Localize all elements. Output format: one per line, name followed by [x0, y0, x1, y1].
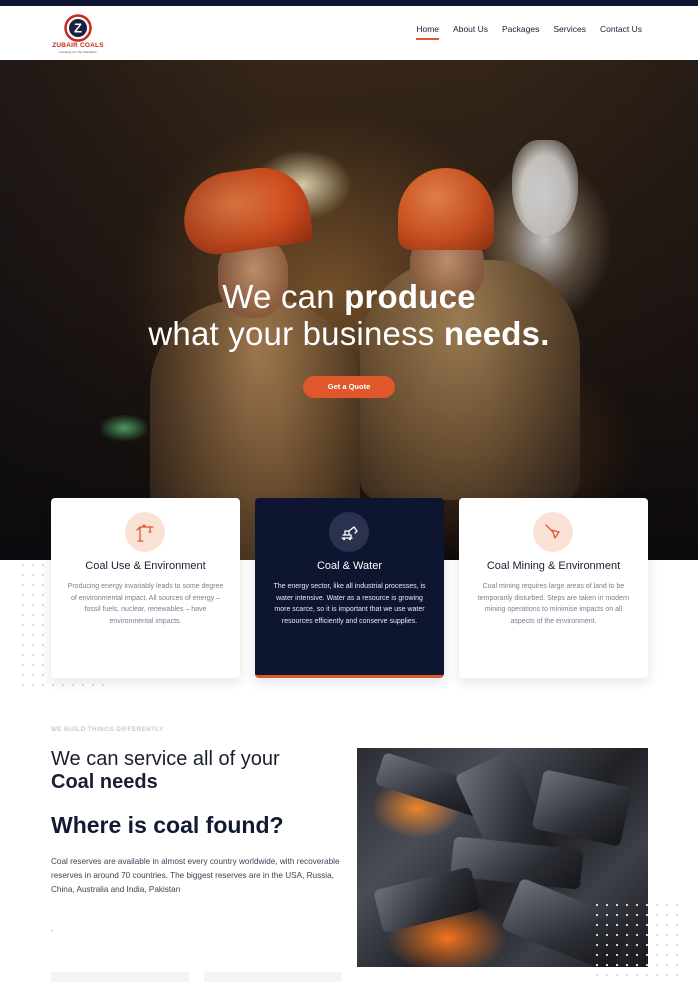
nav-home[interactable]: Home: [416, 24, 439, 40]
nav-services[interactable]: Services: [553, 24, 586, 38]
card-text: Producing energy invariably leads to som…: [67, 583, 224, 625]
feature-card-coal-mining[interactable]: Coal Mining & Environment Coal mining re…: [459, 498, 648, 678]
logo-wordmark: ZUBAIR COALS: [52, 42, 104, 49]
nav-contact-us[interactable]: Contact Us: [600, 24, 642, 38]
section-eyebrow: WE BUILD THINGS DIFFERENTLY: [51, 726, 164, 733]
card-title: Coal Mining & Environment: [486, 560, 621, 572]
main-nav: Home About Us Packages Services Contact …: [416, 24, 642, 40]
hero-line-2-bold: needs.: [443, 315, 550, 352]
excavator-glyph: [341, 526, 358, 541]
service-heading-light: We can service all of your: [51, 748, 280, 770]
coal-lump: [373, 866, 481, 934]
card-title: Coal & Water: [316, 560, 382, 572]
decorative-dot-grid: [592, 900, 682, 980]
feature-card-coal-use[interactable]: Coal Use & Environment Producing energy …: [51, 498, 240, 678]
card-title: Coal Use & Environment: [85, 560, 206, 572]
hero-line-1-bold: produce: [344, 278, 476, 315]
service-heading: We can service all of your Coal needs: [51, 748, 351, 794]
svg-text:Z: Z: [74, 21, 82, 36]
hero-line-2-light: what your business: [148, 315, 444, 352]
nav-packages[interactable]: Packages: [502, 24, 539, 38]
card-text: Coal mining requires large areas of land…: [477, 583, 630, 625]
logo-tagline: Investing On The Standards: [59, 50, 97, 54]
hero-section: We can produce what your business needs.…: [0, 60, 698, 560]
trowel-glyph: [545, 524, 560, 539]
partial-card: [51, 972, 189, 982]
where-coal-found-title: Where is coal found?: [51, 812, 284, 838]
nav-about-us[interactable]: About Us: [453, 24, 488, 38]
brand-logo[interactable]: Z ZUBAIR COALS Investing On The Standard…: [48, 14, 108, 54]
where-coal-found-text: Coal reserves are available in almost ev…: [51, 857, 340, 894]
hero-line-1-light: We can: [222, 278, 345, 315]
get-a-quote-button[interactable]: Get a Quote: [303, 376, 395, 398]
excavator-icon: [329, 512, 369, 552]
hero-headline: We can produce what your business needs.: [0, 278, 698, 352]
trowel-icon: [533, 512, 573, 552]
logo-z-mark-icon: Z: [64, 14, 92, 42]
hero-line-1: We can produce: [0, 278, 698, 315]
tower-crane-icon: [125, 512, 165, 552]
site-header: Z ZUBAIR COALS Investing On The Standard…: [0, 6, 698, 60]
feature-card-coal-water[interactable]: Coal & Water The energy sector, like all…: [255, 498, 444, 678]
partial-card: [204, 972, 342, 982]
trailing-mark: .: [51, 924, 54, 933]
service-heading-bold: Coal needs: [51, 771, 158, 793]
tower-crane-glyph: [136, 524, 154, 542]
card-text: The energy sector, like all industrial p…: [273, 583, 426, 625]
hero-line-2: what your business needs.: [0, 315, 698, 352]
